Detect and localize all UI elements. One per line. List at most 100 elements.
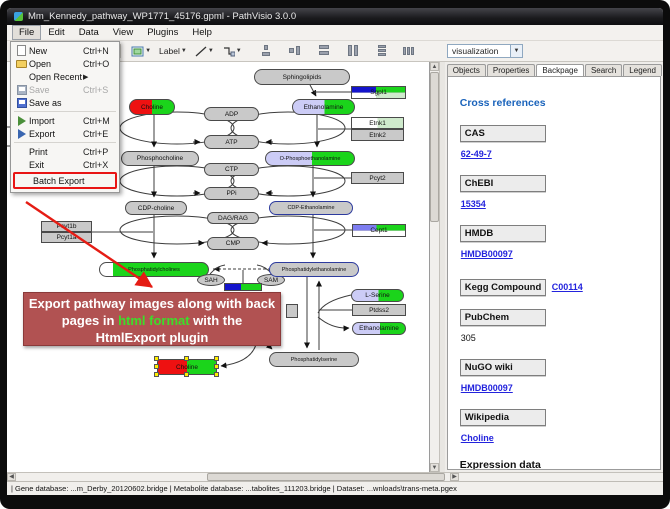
- tab-search[interactable]: Search: [585, 64, 622, 76]
- menu-item-save-as[interactable]: Save as: [11, 96, 119, 109]
- annotation-line2-pre: pages in: [62, 313, 118, 328]
- selection-handle[interactable]: [154, 356, 159, 361]
- node-ppi[interactable]: PPi: [204, 187, 259, 200]
- common-width-button[interactable]: [314, 43, 335, 59]
- scroll-up-icon[interactable]: ▲: [430, 62, 439, 71]
- scroll-left-icon[interactable]: ◀: [7, 473, 16, 481]
- node-dag[interactable]: DAG/RAG: [207, 212, 259, 224]
- node-phosphatidylserine[interactable]: Phosphatidylserine: [269, 352, 359, 367]
- annotation-line1: Export pathway images along with back: [29, 296, 275, 311]
- menu-item-export[interactable]: Export Ctrl+E: [11, 127, 119, 140]
- stack-horizontal-icon: [403, 45, 416, 57]
- selection-handle[interactable]: [154, 364, 159, 369]
- stack-vertical-button[interactable]: [372, 43, 393, 59]
- xref-section: NuGO wiki HMDB00097: [460, 359, 648, 396]
- file-menu: New Ctrl+N Open Ctrl+O Open Recent ▶ Sav…: [10, 41, 120, 193]
- menu-item-import[interactable]: Import Ctrl+M: [11, 114, 119, 127]
- node-ethanolamine-top[interactable]: Ethanolamine: [292, 99, 355, 115]
- canvas-vertical-scrollbar[interactable]: ▲ ▼: [430, 62, 440, 472]
- menu-file[interactable]: File: [12, 25, 41, 40]
- menu-item-print[interactable]: Print Ctrl+P: [11, 145, 119, 158]
- node-phosphatidylethanolamine[interactable]: Phosphatidylethanolamine: [269, 262, 359, 277]
- gene-box-partial[interactable]: [224, 283, 262, 291]
- node-cmp[interactable]: CMP: [207, 237, 259, 250]
- visualization-combobox[interactable]: visualization ▼: [447, 44, 523, 58]
- menu-plugins[interactable]: Plugins: [140, 25, 185, 40]
- stack-horizontal-button[interactable]: [399, 43, 420, 59]
- menu-item-batch-export[interactable]: Batch Export: [15, 174, 115, 187]
- annotation-line2-post: with the: [190, 313, 243, 328]
- scroll-right-icon[interactable]: ▶: [450, 473, 459, 481]
- line-tool-button[interactable]: ▼: [191, 43, 218, 59]
- scrollbar-thumb[interactable]: [430, 72, 439, 222]
- selection-handle[interactable]: [184, 356, 189, 361]
- node-l-serine[interactable]: L-Serine: [351, 289, 404, 302]
- align-middle-button[interactable]: [285, 43, 306, 59]
- canvas-horizontal-scrollbar[interactable]: ◀ ▶: [7, 472, 663, 481]
- node-pcyt1a[interactable]: Pcyt1a: [41, 232, 92, 243]
- selection-handle[interactable]: [154, 372, 159, 377]
- node-ptdss2[interactable]: Ptdss2: [352, 304, 406, 316]
- save-as-icon: [17, 98, 27, 108]
- xref-title-pubchem: PubChem: [460, 309, 546, 326]
- scrollbar-thumb[interactable]: [207, 473, 445, 481]
- status-bar: | Gene database: ...m_Derby_20120602.bri…: [7, 481, 663, 495]
- node-atp[interactable]: ATP: [204, 135, 259, 149]
- menu-item-new[interactable]: New Ctrl+N: [11, 44, 119, 57]
- menu-item-open-recent[interactable]: Open Recent ▶: [11, 70, 119, 83]
- connector-tool-button[interactable]: ▼: [218, 43, 246, 59]
- node-o-phosphoethanolamine[interactable]: O-Phosphoethanolamine: [265, 151, 355, 166]
- node-choline-top[interactable]: Choline: [129, 99, 175, 115]
- datanode-icon: [131, 46, 144, 57]
- xref-link-cas[interactable]: 62-49-7: [461, 149, 492, 159]
- xref-link-kegg[interactable]: C00114: [552, 282, 583, 292]
- common-height-button[interactable]: [343, 43, 364, 59]
- xref-title-nugo: NuGO wiki: [460, 359, 546, 376]
- title-bar[interactable]: Mm_Kennedy_pathway_WP1771_45176.gpml - P…: [7, 8, 663, 25]
- chevron-down-icon: ▼: [181, 48, 187, 54]
- selection-handle[interactable]: [214, 356, 219, 361]
- tab-properties[interactable]: Properties: [487, 64, 535, 76]
- node-cdp-ethanolamine[interactable]: CDP-Ethanolamine: [269, 201, 353, 215]
- tab-legend[interactable]: Legend: [623, 64, 662, 76]
- menu-item-open[interactable]: Open Ctrl+O: [11, 57, 119, 70]
- node-partial-box[interactable]: [286, 304, 298, 318]
- selection-handle[interactable]: [214, 372, 219, 377]
- node-phosphatidylcholines[interactable]: Phosphatidylcholines: [99, 262, 209, 277]
- node-ethanolamine-bottom[interactable]: Ethanolamine: [352, 322, 406, 335]
- xref-link-nugo[interactable]: HMDB00097: [461, 383, 513, 393]
- label-button-text: Label: [159, 46, 180, 56]
- node-sah[interactable]: SAH: [197, 274, 225, 286]
- node-etnk1[interactable]: Etnk1: [351, 117, 404, 129]
- xref-link-hmdb[interactable]: HMDB00097: [461, 249, 513, 259]
- node-cept1[interactable]: Cept1: [352, 224, 406, 237]
- xref-link-wikipedia[interactable]: Choline: [461, 433, 494, 443]
- selection-handle[interactable]: [214, 364, 219, 369]
- menu-edit[interactable]: Edit: [41, 25, 71, 40]
- align-center-button[interactable]: [256, 43, 277, 59]
- node-etnk2[interactable]: Etnk2: [351, 129, 404, 141]
- menu-view[interactable]: View: [106, 25, 140, 40]
- node-pcyt2[interactable]: Pcyt2: [351, 172, 404, 184]
- datanode-button[interactable]: ▼: [127, 43, 155, 59]
- node-adp[interactable]: ADP: [204, 107, 259, 121]
- menu-item-save[interactable]: Save Ctrl+S: [11, 83, 119, 96]
- node-ctp[interactable]: CTP: [204, 163, 259, 176]
- node-sphingolipids[interactable]: Sphingolipids: [254, 69, 350, 85]
- window-title: Mm_Kennedy_pathway_WP1771_45176.gpml - P…: [28, 11, 296, 22]
- menu-data[interactable]: Data: [72, 25, 106, 40]
- xref-title-cas: CAS: [460, 125, 546, 142]
- menu-help[interactable]: Help: [185, 25, 219, 40]
- scroll-down-icon[interactable]: ▼: [430, 463, 439, 472]
- node-pcyt1b[interactable]: Pcyt1b: [41, 221, 92, 232]
- side-panel: Objects Properties Backpage Search Legen…: [445, 62, 663, 472]
- node-sgpl1[interactable]: Sgpl1: [351, 86, 406, 99]
- node-phosphocholine[interactable]: Phosphocholine: [121, 151, 199, 166]
- menu-item-exit[interactable]: Exit Ctrl+X: [11, 158, 119, 171]
- xref-link-chebi[interactable]: 15354: [461, 199, 486, 209]
- selection-handle[interactable]: [184, 372, 189, 377]
- node-cdp-choline[interactable]: CDP-choline: [125, 201, 187, 215]
- chevron-down-icon[interactable]: ▼: [510, 45, 522, 57]
- label-button[interactable]: Label ▼: [155, 43, 191, 59]
- tab-objects[interactable]: Objects: [447, 64, 486, 76]
